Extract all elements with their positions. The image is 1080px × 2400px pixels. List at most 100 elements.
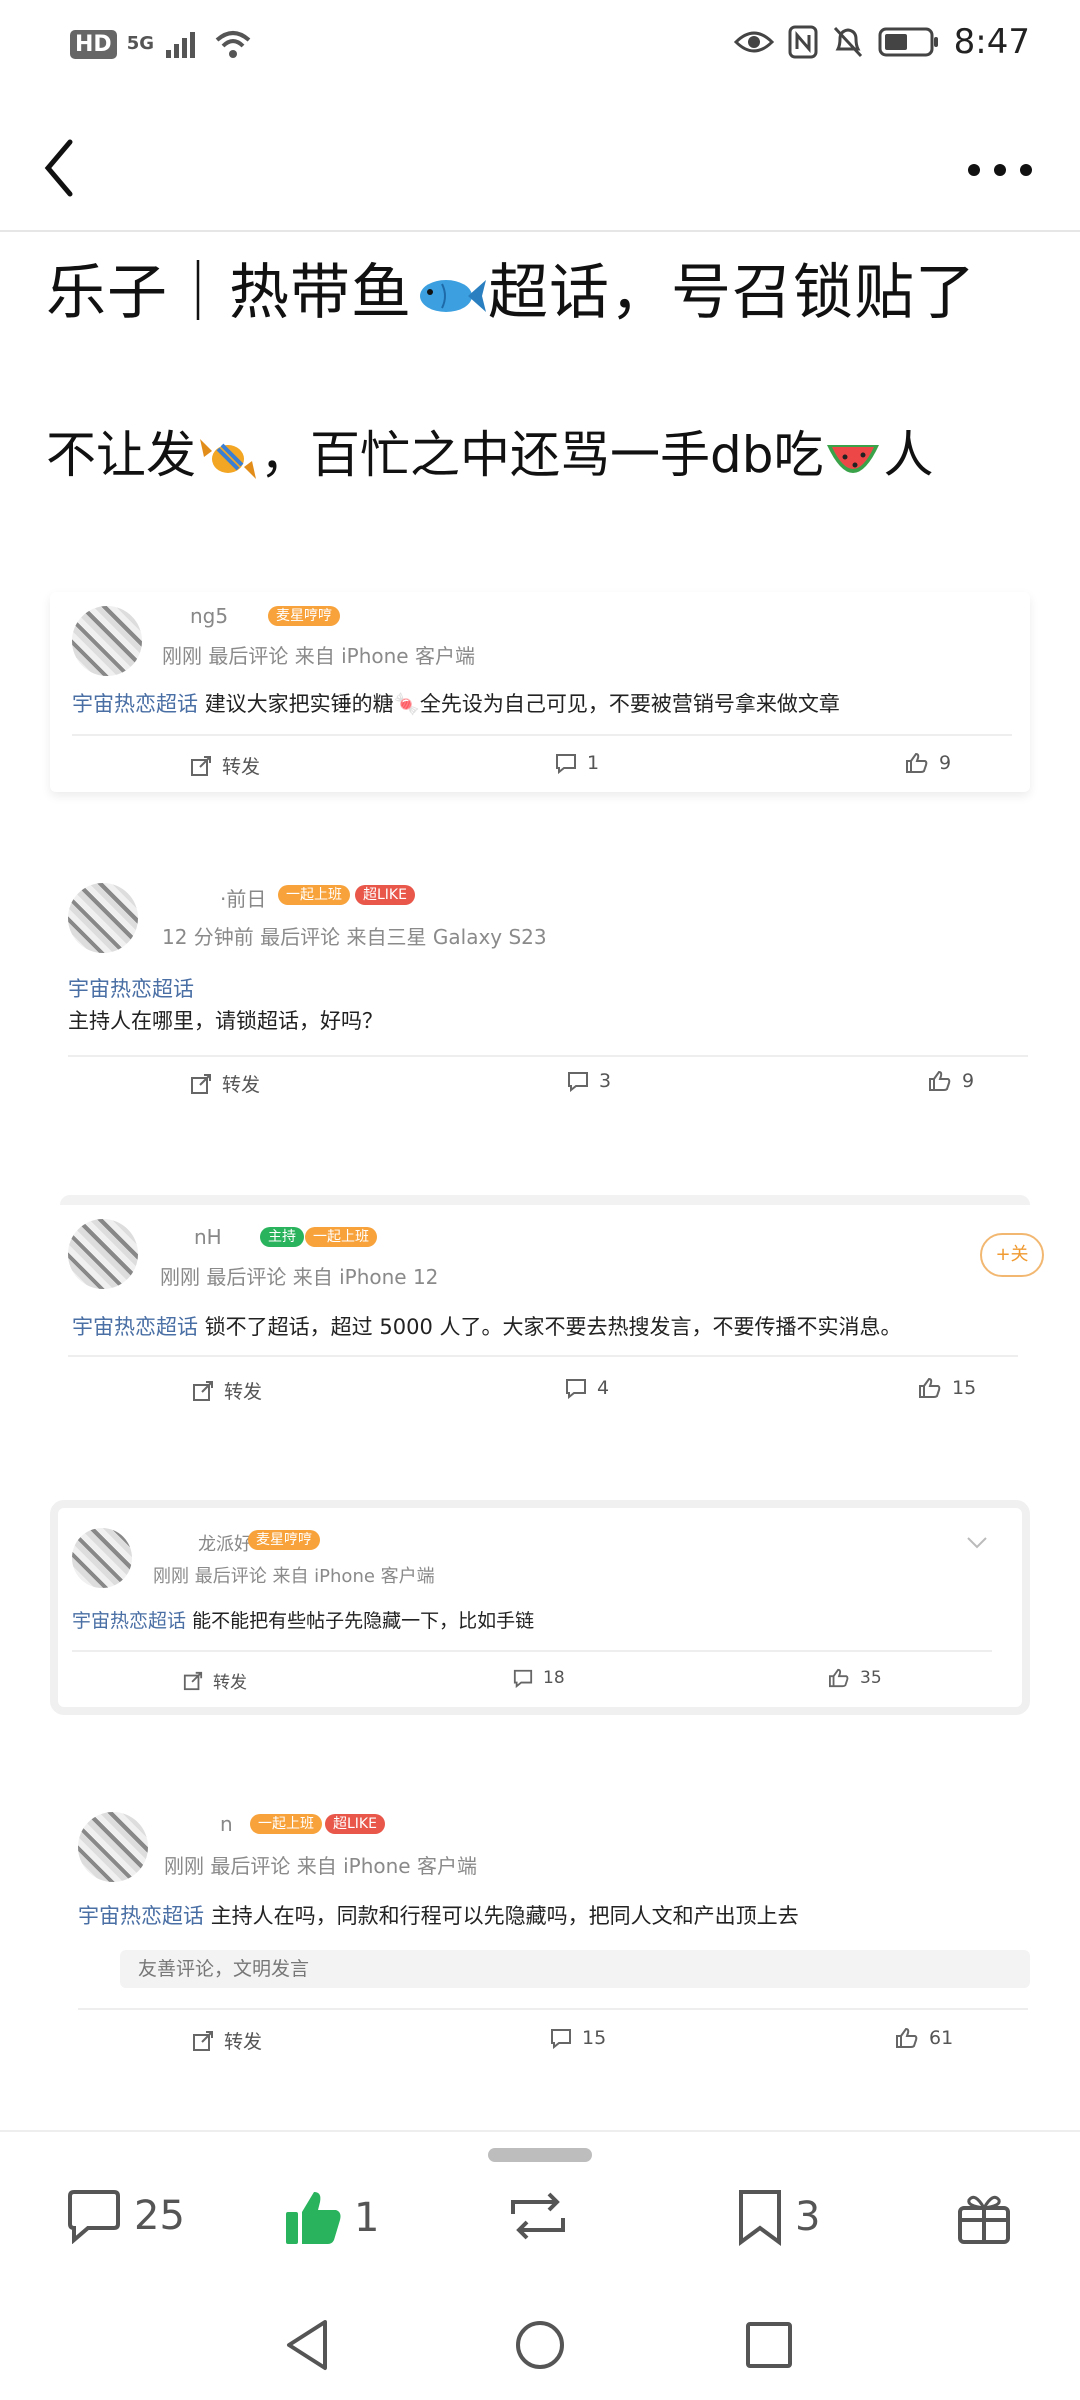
bottom-gift-button[interactable]: [955, 2188, 1013, 2246]
username[interactable]: ng5: [190, 604, 228, 628]
avatar[interactable]: [68, 1219, 138, 1289]
likes-count: 1: [354, 2195, 380, 2241]
avatar[interactable]: [78, 1812, 148, 1882]
divider: [78, 2008, 1028, 2010]
more-options-button[interactable]: [960, 150, 1040, 190]
super-topic-tag[interactable]: 宇宙热恋超话: [68, 977, 194, 1001]
comment-body: 主持人在吗，同款和行程可以先隐藏吗，把同人文和产出顶上去: [210, 1904, 799, 1928]
comment-button[interactable]: 3: [567, 1070, 611, 1092]
repost-icon: [191, 1073, 211, 1094]
bottom-comments-button[interactable]: 25: [64, 2188, 185, 2244]
bottom-like-button[interactable]: 1: [282, 2188, 379, 2248]
comment-button[interactable]: 1: [555, 752, 599, 774]
super-topic-tag[interactable]: 宇宙热恋超话: [72, 692, 198, 716]
username[interactable]: nH: [194, 1225, 222, 1249]
comment-card[interactable]: ·前日 一起上班 超LIKE 12 分钟前 最后评论 来自三星 Galaxy S…: [50, 855, 1030, 1115]
repost-icon: [183, 1671, 203, 1690]
comment-text: 宇宙热恋超话 主持人在吗，同款和行程可以先隐藏吗，把同人文和产出顶上去: [78, 1900, 799, 1930]
repost-button[interactable]: 转发: [190, 752, 260, 779]
comment-bubble-icon: [68, 2190, 120, 2244]
signal-icon: [166, 32, 195, 58]
more-dots-icon: [968, 164, 1032, 176]
comment-body: 能不能把有些帖子先隐藏一下，比如手链: [192, 1610, 535, 1632]
thumbs-up-icon: [906, 752, 928, 773]
post-subtitle: 不让发 ，百忙之中还骂一手db吃 人: [46, 425, 1046, 487]
comment-meta: 刚刚 最后评论 来自 iPhone 客户端: [164, 1854, 477, 1878]
like-count: 15: [952, 1377, 977, 1399]
like-button[interactable]: 9: [905, 752, 951, 774]
super-topic-tag[interactable]: 宇宙热恋超话: [72, 1610, 186, 1632]
comment-tag-line: 宇宙热恋超话: [68, 973, 194, 1003]
user-badge: 麦星哼哼: [268, 606, 340, 626]
post-subtitle-part3: 人: [883, 426, 934, 484]
super-topic-tag[interactable]: 宇宙热恋超话: [72, 1315, 198, 1339]
repost-button[interactable]: 转发: [192, 1377, 262, 1404]
repost-button[interactable]: 转发: [190, 1070, 260, 1097]
battery-icon: [878, 27, 938, 57]
user-badge: 超LIKE: [325, 1814, 385, 1834]
fish-icon: [420, 280, 486, 313]
comment-text: 宇宙热恋超话 锁不了超话，超过 5000 人了。大家不要去热搜发言，不要传播不实…: [72, 1311, 901, 1341]
hd-indicator: HD: [70, 29, 117, 59]
bottom-favorite-button[interactable]: 3: [735, 2188, 820, 2246]
like-button[interactable]: 35: [828, 1668, 882, 1688]
comment-card[interactable]: nH 主持 一起上班 刚刚 最后评论 来自 iPhone 12 +关 宇宙热恋超…: [60, 1195, 1044, 1425]
post-title-part1: 乐子｜热带鱼: [46, 258, 412, 328]
comment-meta: 刚刚 最后评论 来自 iPhone 客户端: [162, 644, 475, 668]
comment-text: 宇宙热恋超话 能不能把有些帖子先隐藏一下，比如手链: [72, 1606, 534, 1633]
comment-card[interactable]: ng5 麦星哼哼 刚刚 最后评论 来自 iPhone 客户端 宇宙热恋超话 建议…: [50, 592, 1030, 792]
comment-count: 3: [599, 1070, 612, 1092]
username[interactable]: 龙派好: [198, 1530, 252, 1556]
comment-button[interactable]: 4: [565, 1377, 609, 1399]
comment-button[interactable]: 18: [513, 1668, 565, 1688]
eye-icon: [733, 31, 774, 53]
drag-handle[interactable]: [488, 2148, 592, 2162]
follow-button[interactable]: +关: [980, 1233, 1044, 1277]
favorites-count: 3: [795, 2194, 821, 2240]
comment-body: 锁不了超话，超过 5000 人了。大家不要去热搜发言，不要传播不实消息。: [204, 1315, 902, 1339]
like-count: 61: [929, 2027, 954, 2049]
username[interactable]: ·前日: [220, 883, 266, 912]
comment-icon: [513, 1669, 533, 1688]
status-bar: HD 5G 8:47: [0, 0, 1080, 92]
reply-input[interactable]: 友善评论，文明发言: [120, 1950, 1030, 1988]
avatar[interactable]: [72, 606, 142, 676]
like-button[interactable]: 15: [918, 1377, 976, 1399]
comment-icon: [556, 754, 576, 774]
comment-card[interactable]: 龙派好 麦星哼哼 刚刚 最后评论 来自 iPhone 客户端 宇宙热恋超话 能不…: [50, 1500, 1030, 1715]
divider: [72, 1650, 992, 1652]
candy-icon: [200, 438, 256, 479]
comment-text: 宇宙热恋超话 建议大家把实锤的糖🍬全先设为自己可见，不要被营销号拿来做文章: [72, 688, 840, 718]
bottom-repost-button[interactable]: [505, 2188, 571, 2244]
chevron-down-icon[interactable]: [966, 1536, 988, 1550]
avatar[interactable]: [72, 1528, 132, 1588]
repost-arrows-icon: [511, 2192, 565, 2240]
nav-back-icon[interactable]: [283, 2318, 333, 2372]
username[interactable]: n: [220, 1812, 233, 1836]
super-topic-tag[interactable]: 宇宙热恋超话: [78, 1904, 204, 1928]
status-right-group: 8:47: [733, 22, 1030, 62]
user-badge: 一起上班: [305, 1227, 377, 1247]
back-button[interactable]: [28, 128, 108, 208]
thumbs-up-icon: [919, 1377, 941, 1398]
user-badge: 麦星哼哼: [248, 1530, 320, 1550]
comment-meta: 刚刚 最后评论 来自 iPhone 12: [160, 1265, 439, 1289]
like-count: 9: [962, 1070, 975, 1092]
post-title: 乐子｜热带鱼 超话，号召锁贴了: [46, 262, 1046, 324]
repost-button[interactable]: 转发: [183, 1668, 247, 1693]
comment-card[interactable]: n 一起上班 超LIKE 刚刚 最后评论 来自 iPhone 客户端 宇宙热恋超…: [50, 1790, 1030, 2065]
repost-label: 转发: [224, 2031, 263, 2053]
divider: [72, 734, 1012, 736]
avatar[interactable]: [68, 883, 138, 953]
comment-count: 15: [582, 2027, 607, 2049]
like-button[interactable]: 61: [895, 2027, 953, 2049]
network-type: 5G: [126, 33, 154, 54]
divider: [68, 1355, 1018, 1357]
like-count: 9: [939, 752, 952, 774]
comment-body: 建议大家把实锤的糖🍬全先设为自己可见，不要被营销号拿来做文章: [204, 692, 840, 716]
nav-home-icon[interactable]: [513, 2318, 567, 2372]
comment-button[interactable]: 15: [550, 2027, 606, 2049]
like-button[interactable]: 9: [928, 1070, 974, 1092]
repost-button[interactable]: 转发: [192, 2027, 262, 2054]
nav-recents-icon[interactable]: [744, 2320, 794, 2370]
